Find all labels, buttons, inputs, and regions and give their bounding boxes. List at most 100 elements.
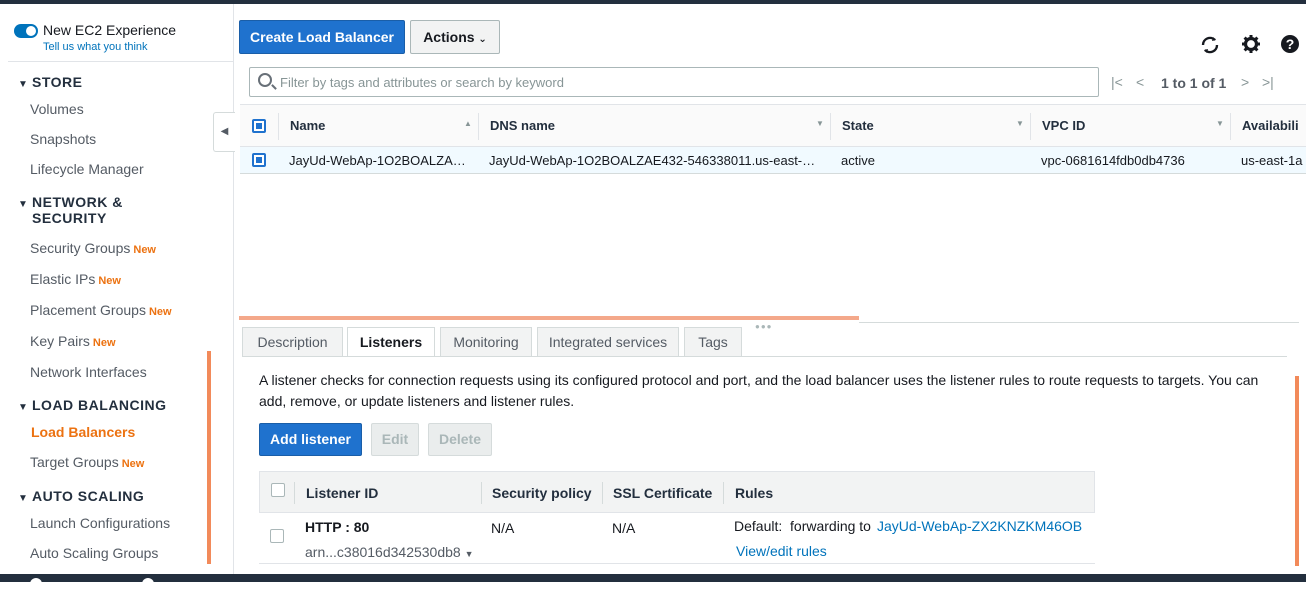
delete-button[interactable]: Delete [428,423,492,456]
sort-icon[interactable]: ▼ [1216,119,1224,128]
caret-down-icon: ▼ [18,402,29,413]
new-experience-toggle[interactable] [14,24,38,38]
sidebar-item-security-groups[interactable]: Security Groups New [30,240,156,256]
row-checkbox[interactable] [252,153,266,167]
sidebar-divider [8,61,233,62]
cell-availability-zone: us-east-1a [1241,153,1303,168]
new-badge: New [92,337,116,349]
select-all-listeners-checkbox[interactable] [271,483,285,497]
tab-listeners[interactable]: Listeners [347,327,435,357]
column-separator [1030,113,1031,140]
sidebar-item-elastic-ips[interactable]: Elastic IPs New [30,271,121,287]
column-separator [478,113,479,140]
listener-ssl-certificate: N/A [612,520,636,536]
chevron-down-icon: ⌄ [478,34,487,45]
sidebar-item-target-groups[interactable]: Target Groups New [30,454,144,470]
new-badge: New [148,306,172,318]
search-icon [258,73,272,87]
resize-grip-icon[interactable]: ●●● [755,322,773,331]
filter-search-box[interactable] [249,67,1099,97]
feedback-link[interactable]: Tell us what you think [43,41,148,53]
section-load-balancing[interactable]: ▼ LOAD BALANCING [18,397,167,413]
edit-button[interactable]: Edit [371,423,419,456]
column-separator [481,482,482,504]
column-separator [830,113,831,140]
last-page-icon[interactable]: >| [1262,74,1274,90]
sidebar-item-key-pairs[interactable]: Key Pairs New [30,333,116,349]
column-header-vpc-id[interactable]: VPC ID [1042,118,1085,133]
view-edit-rules-link[interactable]: View/edit rules [736,543,827,559]
add-listener-button[interactable]: Add listener [259,423,362,456]
table-row[interactable]: JayUd-WebAp-1O2BOALZA… JayUd-WebAp-1O2BO… [240,147,1306,174]
new-badge: New [121,458,145,470]
sort-icon[interactable]: ▼ [1016,119,1024,128]
bottom-icon [30,578,42,590]
column-header-rules: Rules [735,485,774,501]
detail-scrollbar[interactable] [1295,376,1299,566]
create-load-balancer-button[interactable]: Create Load Balancer [239,20,405,54]
first-page-icon[interactable]: |< [1111,74,1123,90]
section-store[interactable]: ▼ STORE [18,74,82,90]
column-header-availability-zone[interactable]: Availabili [1242,118,1299,133]
target-group-link[interactable]: JayUd-WebAp-ZX2KNZKM46OB [877,518,1082,534]
sidebar-item-snapshots[interactable]: Snapshots [30,131,96,147]
load-balancer-table-header: Name ▲ DNS name ▼ State ▼ VPC ID ▼ Avail… [240,104,1306,147]
sidebar-item-load-balancers[interactable]: Load Balancers [31,424,135,440]
listeners-description: A listener checks for connection request… [259,372,1259,409]
gear-icon[interactable] [1241,34,1261,59]
collapse-sidebar-button[interactable]: ◀ [213,112,235,152]
column-header-security-policy: Security policy [492,485,592,501]
sidebar-item-volumes[interactable]: Volumes [30,101,84,117]
caret-down-icon: ▼ [464,549,474,559]
sidebar-item-network-interfaces[interactable]: Network Interfaces [30,364,147,380]
search-input[interactable] [280,72,1080,92]
caret-left-icon: ◀ [220,126,229,137]
tab-integrated-services[interactable]: Integrated services [537,327,679,356]
sidebar-item-placement-groups[interactable]: Placement Groups New [30,302,172,318]
sidebar-item-auto-scaling-groups[interactable]: Auto Scaling Groups [30,545,158,561]
listener-protocol: HTTP : 80 [305,519,370,535]
column-separator [294,482,295,504]
sidebar-item-launch-configurations[interactable]: Launch Configurations [30,515,170,531]
tab-tags[interactable]: Tags [684,327,742,356]
column-header-state[interactable]: State [842,118,874,133]
table-row: HTTP : 80 arn...c38016d342530db8 ▼ N/A N… [259,513,1095,564]
sort-icon[interactable]: ▼ [816,119,824,128]
section-auto-scaling[interactable]: ▼ AUTO SCALING [18,488,144,504]
caret-down-icon: ▼ [18,493,29,504]
pane-resize-handle[interactable] [239,316,859,320]
column-separator [602,482,603,504]
svg-text:?: ? [1286,36,1295,52]
previous-page-icon[interactable]: < [1136,74,1144,90]
column-header-ssl-certificate: SSL Certificate [613,485,713,501]
column-header-listener-id: Listener ID [306,485,379,501]
actions-dropdown[interactable]: Actions ⌄ [410,20,500,54]
cell-state: active [841,153,875,168]
new-badge: New [133,244,156,256]
tab-monitoring[interactable]: Monitoring [440,327,532,356]
caret-down-icon: ▼ [18,79,29,90]
column-header-name[interactable]: Name [290,118,325,133]
help-icon[interactable]: ? [1280,34,1300,59]
listener-arn[interactable]: arn...c38016d342530db8 ▼ [305,544,474,560]
sidebar-item-lifecycle-manager[interactable]: Lifecycle Manager [30,161,144,177]
new-badge: New [98,275,121,287]
cell-vpc-id: vpc-0681614fdb0db4736 [1041,153,1185,168]
column-separator [278,113,279,140]
next-page-icon[interactable]: > [1241,74,1249,90]
cell-dns-name: JayUd-WebAp-1O2BOALZAE432-546338011.us-e… [489,153,816,168]
sidebar-scrollbar[interactable] [207,351,211,564]
select-all-checkbox[interactable] [252,119,266,133]
listener-checkbox[interactable] [270,529,284,543]
tabs-underline [242,356,1287,357]
tab-description[interactable]: Description [242,327,343,356]
pane-divider [859,322,1299,323]
section-network-security[interactable]: ▼ NETWORK & SECURITY [18,194,123,226]
column-separator [723,482,724,504]
column-header-dns-name[interactable]: DNS name [490,118,555,133]
cell-name: JayUd-WebAp-1O2BOALZA… [289,153,466,168]
sort-asc-icon[interactable]: ▲ [464,119,472,128]
sidebar: New EC2 Experience Tell us what you thin… [0,4,234,574]
pagination-text: 1 to 1 of 1 [1161,75,1227,91]
refresh-icon[interactable] [1199,34,1221,61]
